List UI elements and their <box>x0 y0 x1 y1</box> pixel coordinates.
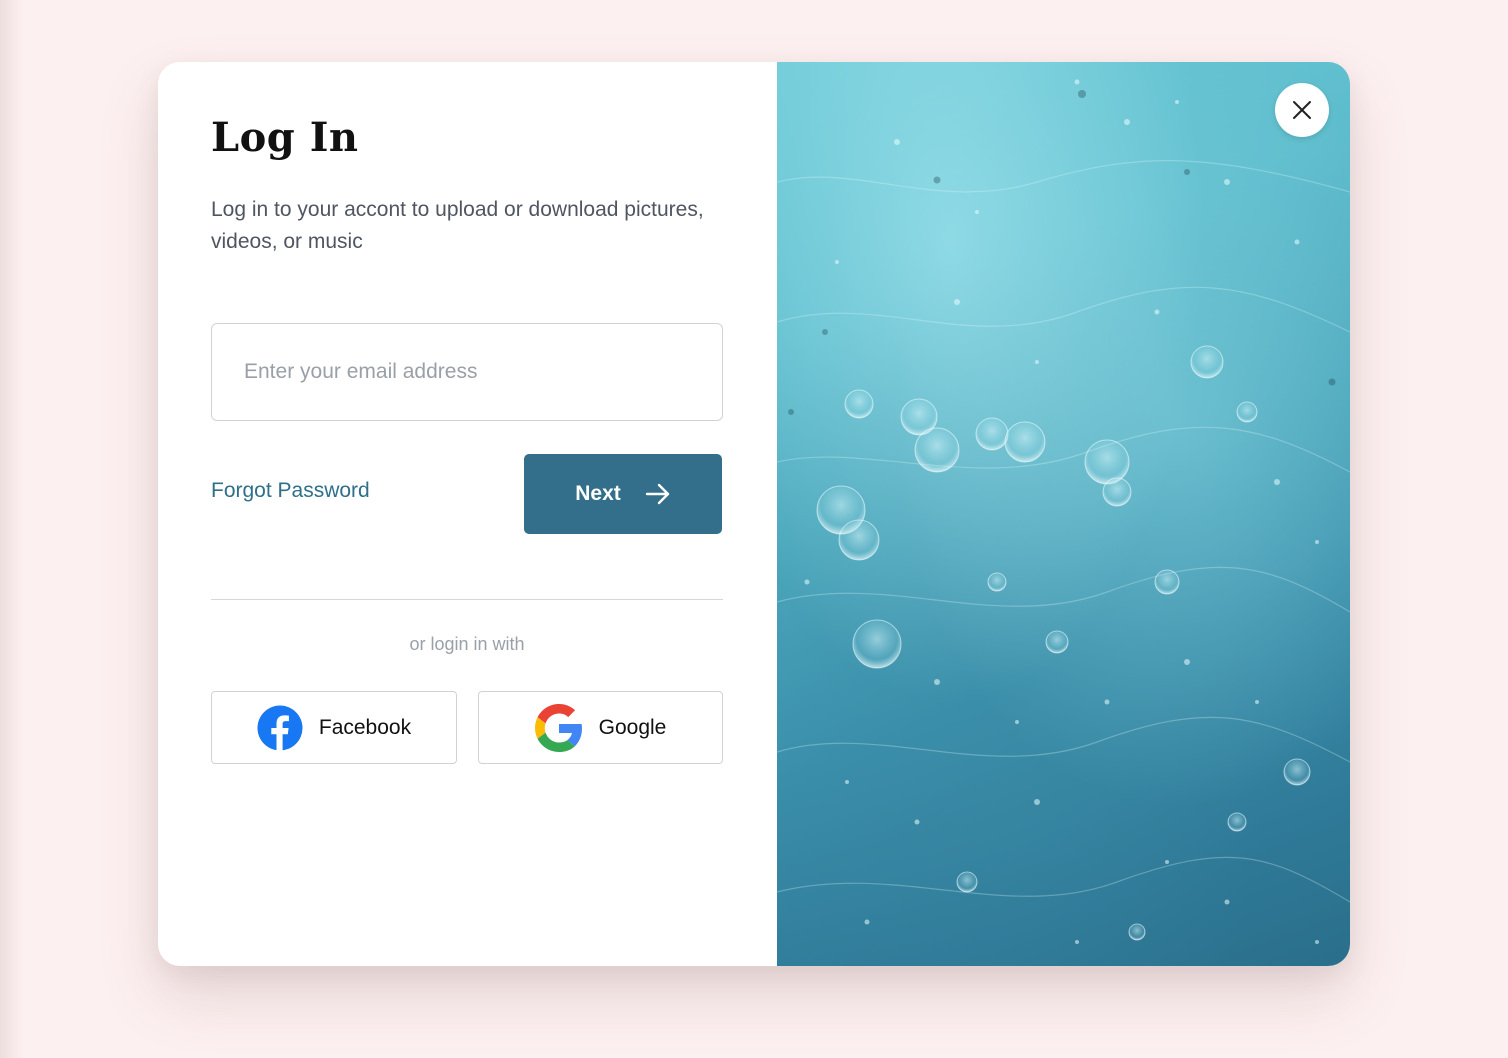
email-field[interactable] <box>211 323 723 421</box>
alt-login-label: or login in with <box>409 634 525 654</box>
facebook-label: Facebook <box>318 715 412 739</box>
login-form-panel: Log In Log in to your accont to upload o… <box>158 62 777 966</box>
divider <box>211 599 723 600</box>
water-image <box>777 62 1350 966</box>
next-button[interactable]: Next <box>524 454 722 534</box>
google-label: Google <box>598 715 667 739</box>
forgot-password-link[interactable]: Forgot Password <box>211 479 370 503</box>
close-button[interactable] <box>1275 83 1329 137</box>
login-modal: Log In Log in to your accont to upload o… <box>158 62 1350 966</box>
close-icon <box>1291 99 1313 121</box>
google-login-button[interactable]: Google <box>478 691 723 764</box>
login-subtitle: Log in to your accont to upload or downl… <box>211 198 704 253</box>
google-logo-icon <box>534 703 583 752</box>
water-texture <box>777 79 1350 944</box>
facebook-login-button[interactable]: Facebook <box>211 691 457 764</box>
next-button-label: Next <box>575 482 621 505</box>
background-shade <box>0 0 24 1058</box>
facebook-logo-icon <box>257 705 303 751</box>
arrow-right-icon <box>645 483 671 505</box>
page-title: Log In <box>211 114 359 161</box>
